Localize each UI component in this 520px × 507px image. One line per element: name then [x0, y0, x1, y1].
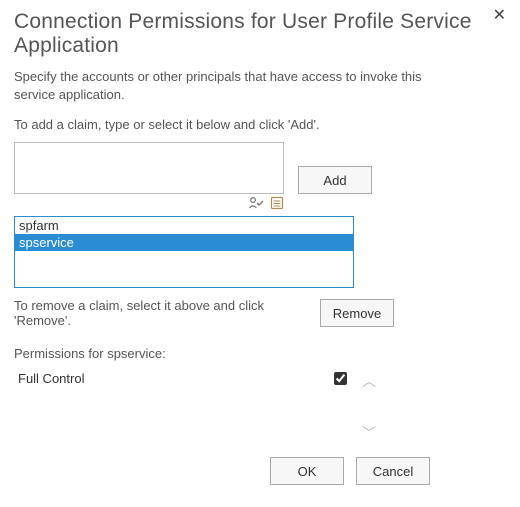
permissions-heading: Permissions for spservice: — [14, 346, 506, 361]
permissions-scrollbar[interactable]: ︿ ﹀ — [354, 367, 384, 447]
scroll-down-icon[interactable]: ﹀ — [362, 423, 376, 443]
list-item[interactable]: spfarm — [15, 217, 353, 234]
browse-icon[interactable] — [270, 196, 284, 212]
scroll-up-icon[interactable]: ︿ — [362, 371, 376, 391]
permissions-list: Full Control — [14, 367, 354, 447]
permission-row: Full Control — [18, 369, 350, 388]
remove-instruction: To remove a claim, select it above and c… — [14, 298, 306, 328]
list-item[interactable]: spservice — [15, 234, 353, 251]
ok-button[interactable]: OK — [270, 457, 344, 485]
permission-checkbox[interactable] — [334, 372, 347, 385]
permission-name: Full Control — [18, 371, 84, 386]
check-names-icon[interactable] — [248, 196, 264, 212]
cancel-button[interactable]: Cancel — [356, 457, 430, 485]
claim-input[interactable] — [14, 142, 284, 194]
dialog-description: Specify the accounts or other principals… — [14, 68, 444, 103]
close-icon[interactable]: ✕ — [493, 8, 506, 24]
remove-button[interactable]: Remove — [320, 299, 394, 327]
add-button[interactable]: Add — [298, 166, 372, 194]
claims-listbox[interactable]: spfarmspservice — [14, 216, 354, 288]
add-instruction: To add a claim, type or select it below … — [14, 117, 506, 132]
dialog-title: Connection Permissions for User Profile … — [14, 10, 506, 58]
